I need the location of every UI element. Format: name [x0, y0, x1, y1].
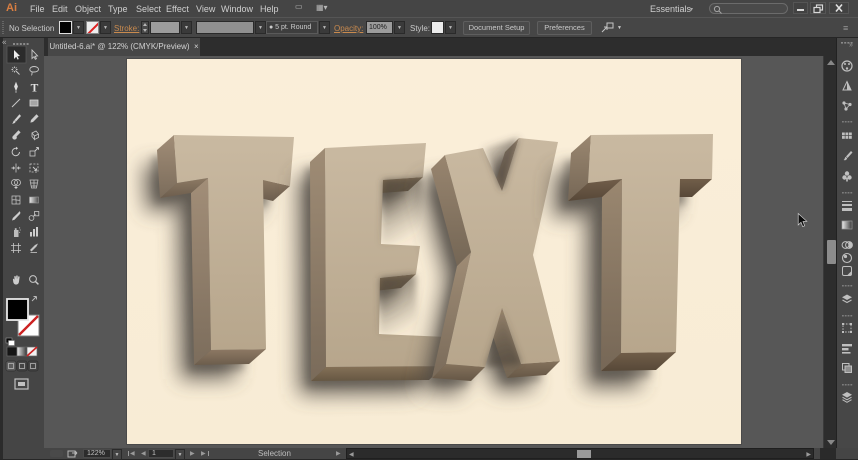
svg-text:T: T	[31, 83, 39, 95]
svg-text:«: «	[2, 38, 7, 47]
svg-text:»: »	[849, 42, 853, 49]
